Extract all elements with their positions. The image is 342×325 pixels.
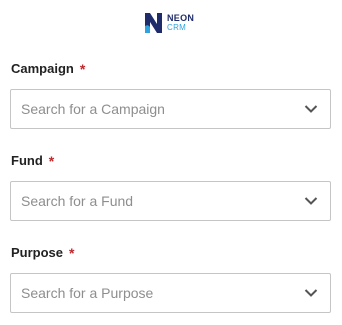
- campaign-label-text: Campaign: [11, 61, 74, 76]
- campaign-label: Campaign *: [11, 60, 86, 77]
- required-mark: *: [69, 245, 75, 261]
- purpose-select[interactable]: Search for a Purpose: [10, 273, 331, 313]
- campaign-placeholder: Search for a Campaign: [21, 101, 165, 117]
- chevron-down-icon[interactable]: [304, 196, 318, 206]
- chevron-down-icon[interactable]: [304, 288, 318, 298]
- logo-sub: CRM: [167, 23, 187, 32]
- fund-label-text: Fund: [11, 153, 43, 168]
- purpose-label-text: Purpose: [11, 245, 64, 260]
- purpose-label: Purpose *: [11, 244, 75, 261]
- logo-name: NEON: [167, 13, 195, 23]
- fund-label: Fund *: [11, 152, 55, 169]
- chevron-down-icon[interactable]: [304, 104, 318, 114]
- fund-placeholder: Search for a Fund: [21, 193, 134, 209]
- required-mark: *: [48, 153, 55, 169]
- purpose-placeholder: Search for a Purpose: [21, 285, 154, 301]
- required-mark: *: [79, 61, 86, 77]
- campaign-select[interactable]: Search for a Campaign: [10, 89, 331, 129]
- neon-logo-icon: [145, 13, 162, 33]
- fund-select[interactable]: Search for a Fund: [10, 181, 331, 221]
- neon-crm-logo: NEON CRM: [144, 12, 194, 34]
